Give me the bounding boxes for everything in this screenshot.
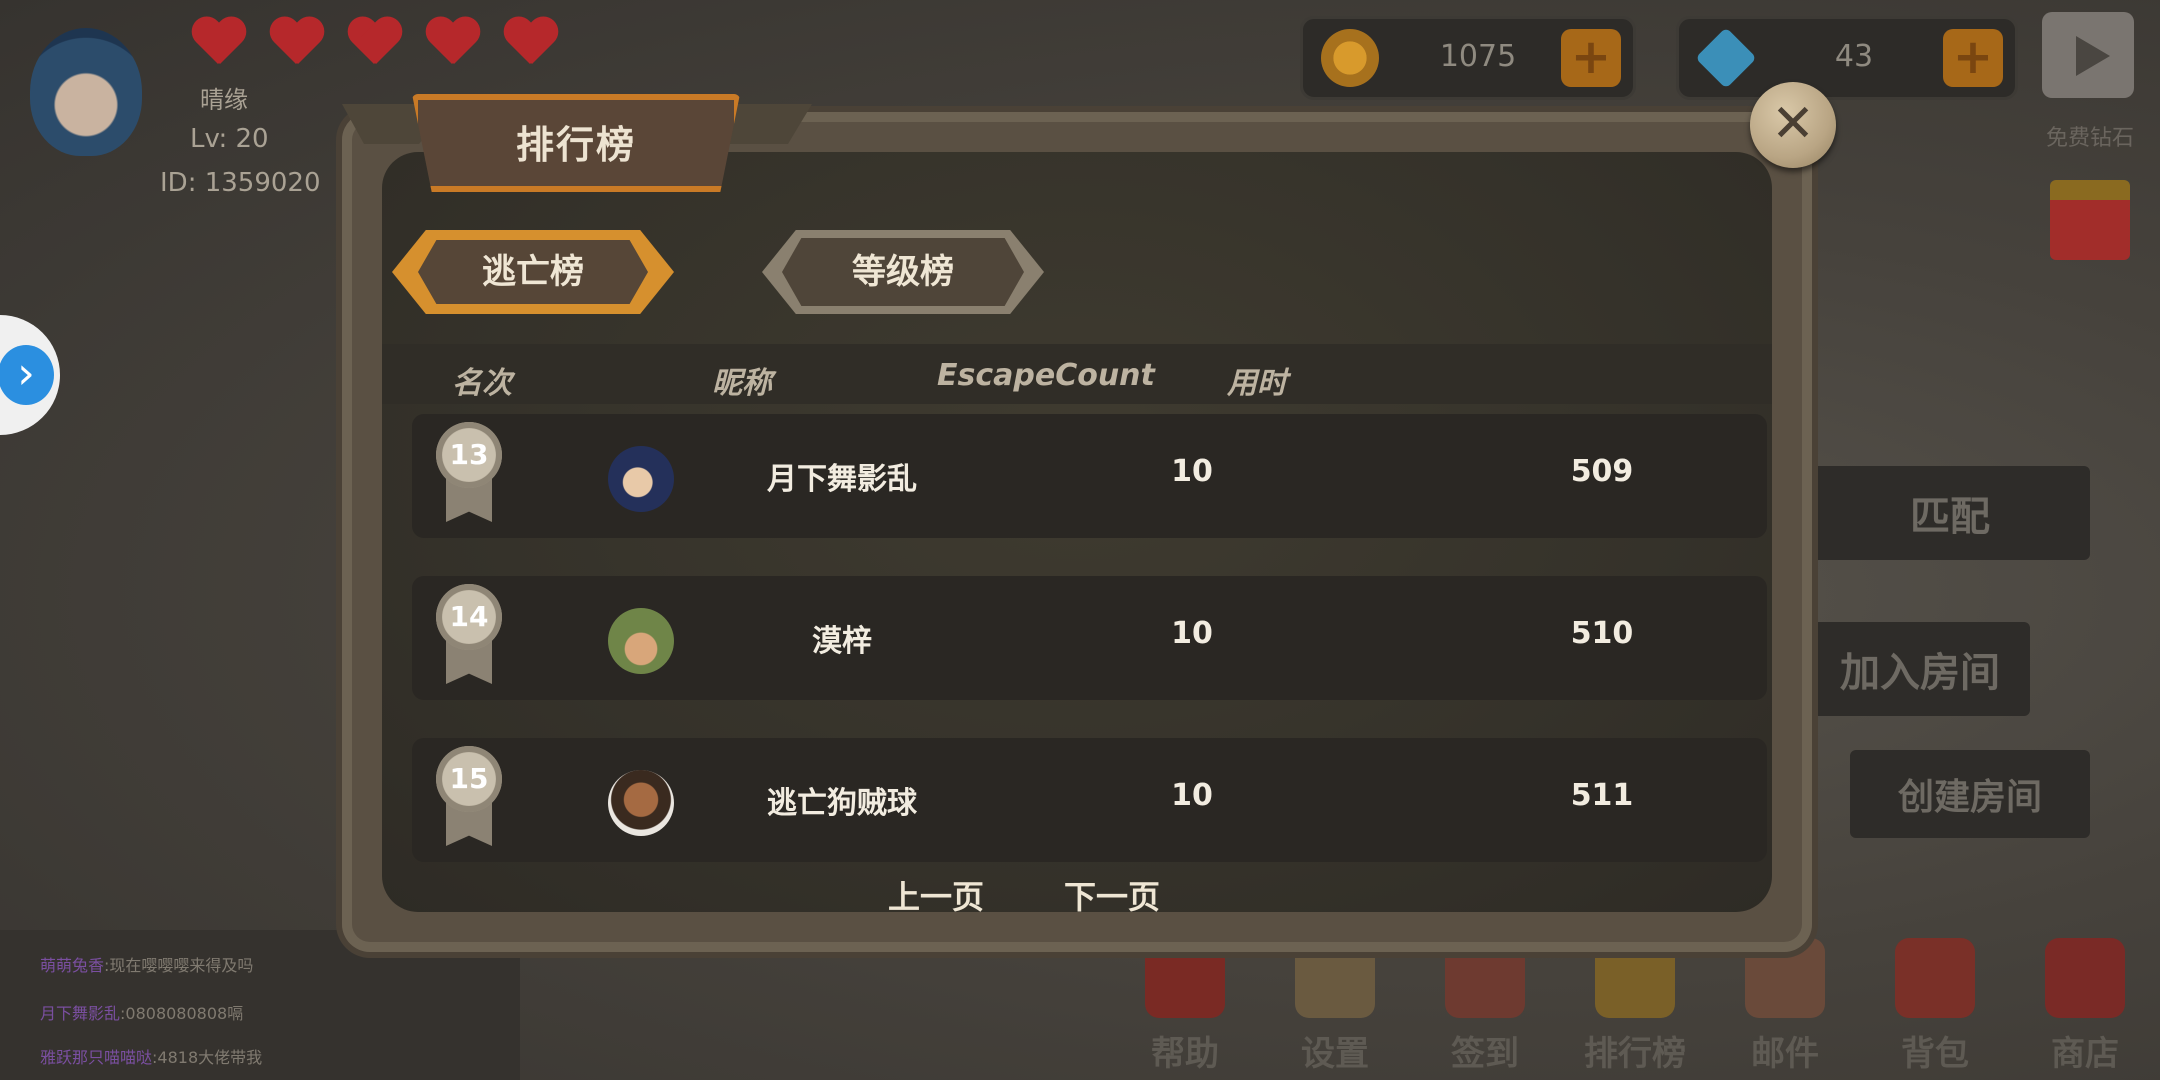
coin-icon <box>1321 29 1379 87</box>
hooded-character-icon <box>608 446 674 512</box>
rank-medal-icon: 15 <box>436 746 502 846</box>
tab-label: 等级榜 <box>852 252 954 292</box>
row-time: 509 <box>1570 454 1634 489</box>
player-avatar[interactable] <box>30 28 142 156</box>
tab-escape-ranking[interactable]: 逃亡榜 <box>392 230 674 314</box>
tab-level-ranking[interactable]: 等级榜 <box>762 230 1044 314</box>
heart-icon <box>268 18 324 68</box>
row-time: 511 <box>1570 778 1634 813</box>
gift-icon[interactable] <box>2050 180 2130 260</box>
row-escape-count: 10 <box>1171 778 1213 813</box>
panel-title: 排行榜 <box>515 123 636 167</box>
heart-icon <box>424 18 480 68</box>
player-name: 晴缘 <box>200 86 248 114</box>
ranking-panel: 排行榜 ✕ 逃亡榜 等级榜 名次 昵称 EscapeCount 用时 13 月下… <box>342 82 1836 952</box>
nav-shop[interactable]: 商店 <box>2010 930 2160 1075</box>
add-coins-button[interactable]: + <box>1561 29 1621 87</box>
row-nickname: 漠梓 <box>812 624 872 659</box>
gem-counter: 43 + <box>1676 16 2018 100</box>
row-escape-count: 10 <box>1171 454 1213 489</box>
table-row: 15 逃亡狗贼球 10 511 <box>412 738 1767 862</box>
shop-icon <box>2045 938 2125 1018</box>
chat-message: 雅跃那只喵喵哒:4818大佬带我 <box>40 1048 263 1067</box>
chat-message: 月下舞影乱:0808080808嗝 <box>40 1004 244 1023</box>
gem-value: 43 <box>1834 39 1874 74</box>
table-row: 14 漠梓 10 510 <box>412 576 1767 700</box>
heart-icon <box>502 18 558 68</box>
heart-icon <box>346 18 402 68</box>
row-nickname: 月下舞影乱 <box>767 462 917 497</box>
add-gems-button[interactable]: + <box>1943 29 2003 87</box>
tab-label: 逃亡榜 <box>482 252 584 292</box>
diamond-icon <box>1695 27 1757 89</box>
header-nickname: 昵称 <box>712 366 772 401</box>
prev-page-button[interactable]: 上一页 <box>888 872 984 918</box>
rank-number: 13 <box>449 438 489 471</box>
chest-icon <box>1895 938 1975 1018</box>
coin-value: 1075 <box>1439 39 1517 74</box>
header-time: 用时 <box>1227 366 1287 401</box>
next-page-button[interactable]: 下一页 <box>1064 872 1160 918</box>
rank-medal-icon: 14 <box>436 584 502 684</box>
match-button[interactable]: 匹配 <box>1810 466 2090 560</box>
nav-bag[interactable]: 背包 <box>1860 930 2010 1075</box>
join-room-button[interactable]: 加入房间 <box>1810 622 2030 716</box>
row-escape-count: 10 <box>1171 616 1213 651</box>
hat-character-icon <box>608 608 674 674</box>
rank-number: 14 <box>449 600 489 633</box>
header-escape-count: EscapeCount <box>937 358 1155 393</box>
create-room-button[interactable]: 创建房间 <box>1850 750 2090 838</box>
table-row: 13 月下舞影乱 10 509 <box>412 414 1767 538</box>
play-video-button[interactable] <box>2042 12 2134 98</box>
player-level: Lv: 20 <box>190 124 269 154</box>
row-nickname: 逃亡狗贼球 <box>767 786 917 821</box>
coin-counter: 1075 + <box>1300 16 1636 100</box>
bottom-nav: 帮助 设置 签到 排行榜 邮件 背包 商店 <box>1110 930 2160 1080</box>
chevron-right-icon: › <box>0 345 54 405</box>
hearts-bar <box>190 18 558 68</box>
table-header: 名次 昵称 EscapeCount 用时 <box>382 344 1772 404</box>
rank-number: 15 <box>449 762 489 795</box>
heart-icon <box>190 18 246 68</box>
row-time: 510 <box>1570 616 1634 651</box>
close-button[interactable]: ✕ <box>1750 82 1836 168</box>
free-gem-label: 免费钻石 <box>2046 126 2135 151</box>
bearded-character-icon <box>608 770 674 836</box>
header-rank: 名次 <box>452 366 512 401</box>
player-id: ID: 1359020 <box>160 168 321 198</box>
chat-message: 萌萌兔香:现在嘤嘤嘤来得及吗 <box>40 956 254 975</box>
rank-medal-icon: 13 <box>436 422 502 522</box>
